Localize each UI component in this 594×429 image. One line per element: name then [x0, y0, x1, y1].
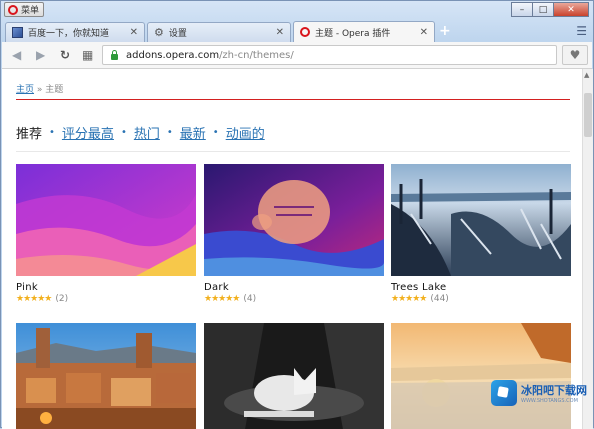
url-text[interactable]: addons.opera.com/zh-cn/themes/ [126, 50, 294, 61]
filter-separator: • [49, 127, 55, 138]
watermark-text: 冰阳吧下载网 WWW.SHOTANGS.COM [521, 382, 587, 404]
filter-separator: • [166, 127, 173, 138]
tab-close-icon[interactable]: ✕ [130, 27, 138, 38]
theme-rating: ★★★★★ (2) [16, 294, 196, 304]
baidu-icon [12, 27, 23, 38]
theme-filters: 推荐 • 评分最高 • 热门 • 最新 • 动画的 [16, 123, 265, 142]
filter-top-rated[interactable]: 评分最高 [62, 123, 114, 142]
filter-popular[interactable]: 热门 [134, 123, 160, 142]
opera-logo-icon [8, 4, 18, 15]
opera-icon [300, 27, 310, 37]
theme-card-dark[interactable]: Dark ★★★★★ (4) [204, 164, 384, 304]
tab-settings[interactable]: ⚙ 设置 ✕ [147, 22, 291, 42]
theme-thumbnail-town[interactable] [16, 323, 196, 429]
theme-thumbnail-pink[interactable] [16, 164, 196, 276]
tab-label: 主题 - Opera 插件 [315, 28, 391, 39]
filter-divider [16, 151, 570, 152]
theme-card-wolf[interactable] [204, 323, 384, 429]
new-tab-button[interactable]: + [439, 23, 451, 39]
rating-count: (44) [430, 294, 449, 304]
filter-animated[interactable]: 动画的 [226, 123, 265, 142]
gear-icon: ⚙ [154, 26, 164, 39]
theme-card-town[interactable] [16, 323, 196, 429]
browser-window: 菜单 – □ ✕ 百度一下，你就知道 ✕ ⚙ 设置 ✕ 主题 - Opera 插… [0, 0, 594, 429]
breadcrumb: 主页 » 主题 [16, 82, 63, 95]
theme-name[interactable]: Trees Lake [391, 282, 571, 293]
breadcrumb-current: 主题 [45, 85, 64, 95]
theme-thumbnail-wolf[interactable] [204, 323, 384, 429]
close-window-button[interactable]: ✕ [553, 2, 589, 17]
minimize-button[interactable]: – [511, 2, 533, 17]
heart-icon: ♥ [569, 48, 581, 62]
forward-arrow-icon[interactable]: ▶ [36, 48, 45, 62]
breadcrumb-home-link[interactable]: 主页 [16, 85, 34, 95]
tab-strip: 百度一下，你就知道 ✕ ⚙ 设置 ✕ 主题 - Opera 插件 ✕ + ☰ [3, 20, 593, 42]
rating-stars: ★★★★★ [391, 294, 427, 304]
theme-thumbnail-trees-lake[interactable] [391, 164, 571, 276]
tab-label: 设置 [168, 29, 187, 39]
address-bar[interactable]: addons.opera.com/zh-cn/themes/ [102, 45, 557, 65]
tab-close-icon[interactable]: ✕ [276, 27, 284, 38]
speed-dial-icon[interactable]: ▦ [82, 48, 93, 62]
theme-name[interactable]: Dark [204, 282, 384, 293]
reload-icon[interactable]: ↻ [60, 48, 70, 62]
filter-separator: • [212, 127, 219, 138]
rating-count: (4) [243, 294, 257, 304]
navigation-toolbar: ◀ ▶ ↻ ▦ addons.opera.com/zh-cn/themes/ ♥ [2, 42, 592, 69]
theme-name[interactable]: Pink [16, 282, 196, 293]
site-watermark: 冰阳吧下载网 WWW.SHOTANGS.COM [491, 375, 589, 411]
theme-rating: ★★★★★ (4) [204, 294, 384, 304]
url-domain: addons.opera.com [126, 49, 220, 61]
rating-stars: ★★★★★ [16, 294, 52, 304]
theme-thumbnail-dark[interactable] [204, 164, 384, 276]
header-divider [16, 99, 570, 100]
scrollbar-thumb[interactable] [584, 93, 592, 137]
theme-card-trees-lake[interactable]: Trees Lake ★★★★★ (44) [391, 164, 571, 304]
watermark-sub-text: WWW.SHOTANGS.COM [521, 398, 578, 404]
tab-label: 百度一下，你就知道 [28, 29, 110, 39]
watermark-logo-icon [491, 380, 517, 406]
rating-count: (2) [55, 294, 69, 304]
tab-menu-icon[interactable]: ☰ [576, 24, 587, 38]
filter-featured[interactable]: 推荐 [16, 123, 42, 142]
maximize-button[interactable]: □ [532, 2, 554, 17]
theme-rating: ★★★★★ (44) [391, 294, 571, 304]
scroll-up-arrow-icon[interactable]: ▲ [584, 71, 589, 79]
menu-label: 菜单 [21, 6, 40, 16]
watermark-main-text: 冰阳吧下载网 [521, 384, 587, 397]
back-arrow-icon[interactable]: ◀ [12, 48, 21, 62]
theme-card-pink[interactable]: Pink ★★★★★ (2) [16, 164, 196, 304]
breadcrumb-separator: » [36, 85, 43, 95]
tab-themes[interactable]: 主题 - Opera 插件 ✕ [293, 21, 435, 42]
window-controls: – □ ✕ [511, 2, 589, 17]
opera-menu-button[interactable]: 菜单 [4, 2, 44, 17]
rating-stars: ★★★★★ [204, 294, 240, 304]
bookmark-heart-button[interactable]: ♥ [562, 45, 588, 65]
lock-icon [111, 50, 118, 60]
tab-close-icon[interactable]: ✕ [420, 27, 428, 38]
filter-separator: • [120, 127, 127, 138]
url-path: /zh-cn/themes/ [219, 49, 294, 61]
tab-baidu[interactable]: 百度一下，你就知道 ✕ [5, 22, 145, 42]
filter-newest[interactable]: 最新 [180, 123, 206, 142]
